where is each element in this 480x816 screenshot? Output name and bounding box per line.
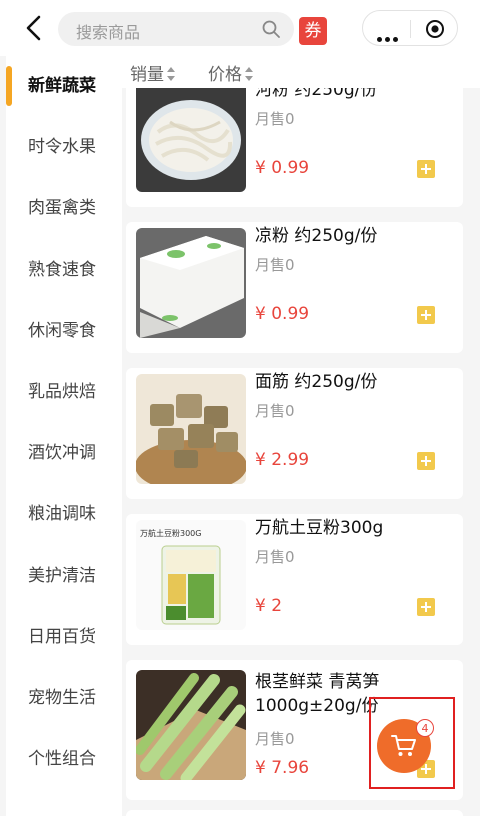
sidebar-item-pet-supplies[interactable]: 宠物生活 <box>6 668 122 729</box>
miniapp-capsule <box>362 10 458 46</box>
product-card[interactable]: 河粉 约250g/份 月售0 ¥ 0.99 <box>126 88 463 207</box>
product-name: 凉粉 约250g/份 <box>255 226 378 246</box>
cart-count-badge: 4 <box>416 719 434 737</box>
search-icon[interactable] <box>262 20 280 38</box>
product-monthly-sales: 月售0 <box>255 110 295 128</box>
product-image-rice-noodles[interactable] <box>136 88 246 192</box>
sort-price-label: 价格 <box>208 65 242 85</box>
sort-by-price[interactable]: 价格 <box>208 60 253 85</box>
back-arrow-icon[interactable] <box>20 14 48 42</box>
product-monthly-sales: 月售0 <box>255 730 295 748</box>
sidebar-item-grain-oil-seasoning[interactable]: 粮油调味 <box>6 484 122 545</box>
sidebar-item-snacks[interactable]: 休闲零食 <box>6 301 122 362</box>
product-card[interactable]: 万航土豆粉300G 万航土豆粉300g 月售0 ¥ 2 <box>126 514 463 645</box>
product-price: ¥ 2 <box>255 596 283 616</box>
product-card[interactable] <box>126 810 463 816</box>
sidebar-item-beauty-cleaning[interactable]: 美护清洁 <box>6 546 122 607</box>
product-name: 面筋 约250g/份 <box>255 372 378 392</box>
close-miniapp-icon[interactable] <box>425 19 445 39</box>
product-price: ¥ 0.99 <box>255 304 310 324</box>
product-card[interactable]: 凉粉 约250g/份 月售0 ¥ 0.99 <box>126 222 463 353</box>
add-to-cart-button[interactable] <box>417 306 435 324</box>
sidebar-item-seasonal-fruit[interactable]: 时令水果 <box>6 117 122 178</box>
sidebar-item-drinks[interactable]: 酒饮冲调 <box>6 423 122 484</box>
product-card[interactable]: 面筋 约250g/份 月售0 ¥ 2.99 <box>126 368 463 499</box>
product-name: 万航土豆粉300g <box>255 518 384 538</box>
product-image-jelly-noodles[interactable] <box>136 228 246 338</box>
product-monthly-sales: 月售0 <box>255 402 295 420</box>
sidebar-item-daily-goods[interactable]: 日用百货 <box>6 607 122 668</box>
sort-arrows-icon <box>167 67 175 81</box>
cart-icon <box>391 735 416 756</box>
product-image-celtuce[interactable] <box>136 670 246 780</box>
sort-bar: 销量 价格 <box>122 56 480 88</box>
sidebar-item-cooked-instant-food[interactable]: 熟食速食 <box>6 240 122 301</box>
more-options-icon[interactable] <box>377 27 401 42</box>
sidebar-item-dairy-bakery[interactable]: 乳品烘焙 <box>6 362 122 423</box>
coupon-button[interactable]: 券 <box>299 17 327 45</box>
sort-sales-label: 销量 <box>130 65 164 85</box>
sort-arrows-icon <box>245 67 253 81</box>
add-to-cart-button[interactable] <box>417 452 435 470</box>
product-price: ¥ 2.99 <box>255 450 310 470</box>
capsule-divider <box>410 20 411 38</box>
sort-by-sales[interactable]: 销量 <box>130 60 175 85</box>
product-monthly-sales: 月售0 <box>255 256 295 274</box>
product-image-potato-noodles[interactable]: 万航土豆粉300G <box>136 520 246 630</box>
sidebar-item-custom-bundles[interactable]: 个性组合 <box>6 729 122 790</box>
search-bar[interactable]: 搜索商品 <box>58 12 294 46</box>
search-placeholder: 搜索商品 <box>76 23 141 42</box>
header: 搜索商品 券 <box>0 0 480 56</box>
product-monthly-sales: 月售0 <box>255 548 295 566</box>
product-price: ¥ 0.99 <box>255 158 310 178</box>
add-to-cart-button[interactable] <box>417 160 435 178</box>
sidebar-item-fresh-vegetables[interactable]: 新鲜蔬菜 <box>6 56 122 117</box>
product-name: 河粉 约250g/份 <box>255 88 378 100</box>
category-sidebar: 新鲜蔬菜 时令水果 肉蛋禽类 熟食速食 休闲零食 乳品烘焙 酒饮冲调 粮油调味 … <box>6 56 122 816</box>
sidebar-item-meat-eggs-poultry[interactable]: 肉蛋禽类 <box>6 178 122 239</box>
product-price: ¥ 7.96 <box>255 758 310 778</box>
product-image-gluten[interactable] <box>136 374 246 484</box>
add-to-cart-button[interactable] <box>417 598 435 616</box>
